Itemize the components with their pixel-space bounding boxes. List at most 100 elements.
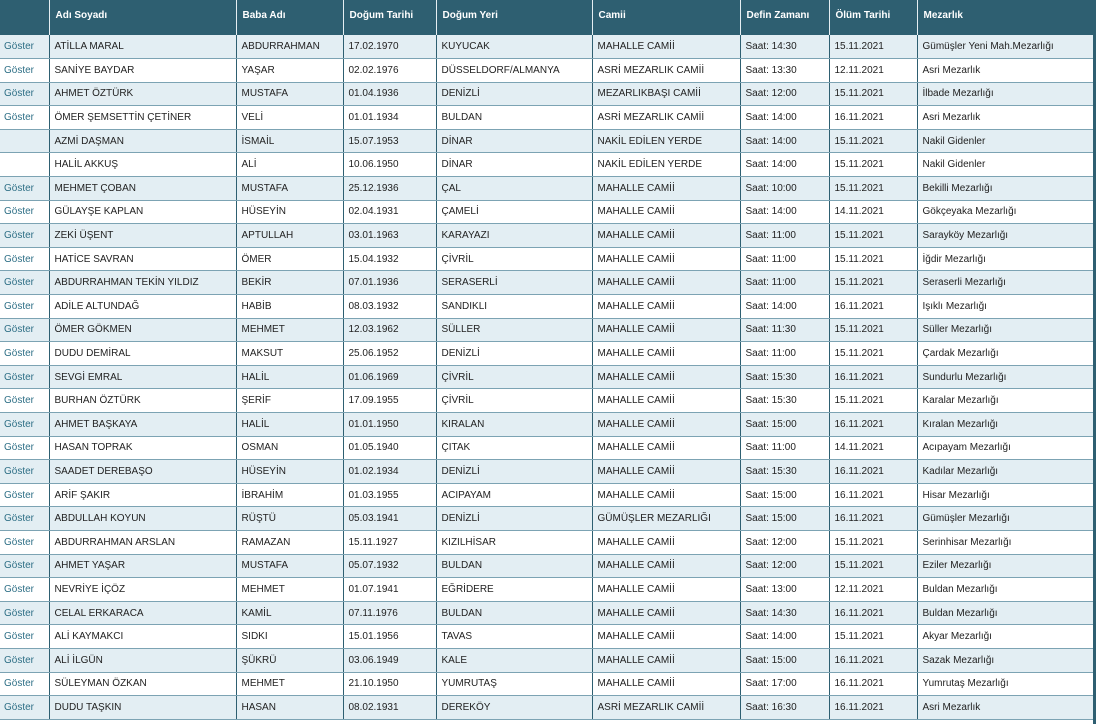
cell-father: HÜSEYİN bbox=[236, 459, 344, 484]
cell-mosque: MAHALLE CAMİİ bbox=[592, 412, 741, 437]
cell-death-date: 15.11.2021 bbox=[829, 152, 918, 178]
show-link[interactable]: Göster bbox=[0, 176, 50, 201]
cell-death-date: 15.11.2021 bbox=[829, 388, 918, 413]
cell-name: CELAL ERKARACA bbox=[49, 601, 237, 626]
cell-birth-date: 15.07.1953 bbox=[343, 129, 437, 154]
cell-birth-place: DENİZLİ bbox=[436, 82, 593, 107]
table-row: HALİL AKKUŞ ALİ 10.06.1950 DİNAR NAKİL EDİLE… bbox=[0, 152, 1094, 178]
cell-death-date: 16.11.2021 bbox=[829, 648, 918, 673]
show-link[interactable]: Göster bbox=[0, 412, 50, 437]
cell-mosque: MAHALLE CAMİİ bbox=[592, 176, 741, 201]
cell-birth-place: ÇİVRİL bbox=[436, 388, 593, 413]
show-link[interactable]: Göster bbox=[0, 624, 50, 649]
cell-name: ATİLLA MARAL bbox=[49, 35, 237, 60]
cell-name: ÖMER ŞEMSETTİN ÇETİNER bbox=[49, 105, 237, 130]
show-link[interactable]: Göster bbox=[0, 318, 50, 343]
cell-cemetery: Eziler Mezarlığı bbox=[917, 554, 1094, 579]
cell-death-date: 16.11.2021 bbox=[829, 459, 918, 484]
cell-birth-place: SERASERLİ bbox=[436, 270, 593, 296]
cell-mosque: MAHALLE CAMİİ bbox=[592, 459, 741, 484]
cell-father: MUSTAFA bbox=[236, 82, 344, 107]
cell-father: ŞERİF bbox=[236, 388, 344, 413]
cell-death-date: 15.11.2021 bbox=[829, 223, 918, 248]
cell-mosque: MAHALLE CAMİİ bbox=[592, 483, 741, 508]
cell-burial-time: Saat: 14:00 bbox=[740, 200, 830, 225]
show-link[interactable]: Göster bbox=[0, 247, 50, 272]
show-link[interactable]: Göster bbox=[0, 365, 50, 390]
show-link[interactable]: Göster bbox=[0, 672, 50, 697]
cell-birth-date: 05.07.1932 bbox=[343, 554, 437, 579]
show-link[interactable]: Göster bbox=[0, 648, 50, 673]
table-row: Göster MEHMET ÇOBAN MUSTAFA 25.12.1936 ÇAL MA… bbox=[0, 176, 1094, 201]
table-row: Göster ARİF ŞAKIR İBRAHİM 01.03.1955 ACIPAYA… bbox=[0, 483, 1094, 508]
table-row: Göster ÖMER ŞEMSETTİN ÇETİNER VELİ 01.01.19… bbox=[0, 105, 1094, 130]
cell-mosque: NAKİL EDİLEN YERDE bbox=[592, 152, 741, 178]
show-link[interactable]: Göster bbox=[0, 35, 50, 60]
cell-burial-time: Saat: 11:00 bbox=[740, 436, 830, 461]
cell-name: ÖMER GÖKMEN bbox=[49, 318, 237, 343]
show-link[interactable]: Göster bbox=[0, 577, 50, 602]
cell-mosque: MAHALLE CAMİİ bbox=[592, 35, 741, 60]
show-link[interactable]: Göster bbox=[0, 601, 50, 626]
header-burial-time: Defin Zamanı bbox=[740, 0, 830, 35]
cell-name: GÜLAYŞE KAPLAN bbox=[49, 200, 237, 225]
cell-birth-date: 01.01.1950 bbox=[343, 412, 437, 437]
show-link[interactable]: Göster bbox=[0, 388, 50, 413]
show-link[interactable]: Göster bbox=[0, 200, 50, 225]
cell-cemetery: Buldan Mezarlığı bbox=[917, 577, 1094, 602]
show-link[interactable]: Göster bbox=[0, 58, 50, 83]
cell-cemetery: Sarayköy Mezarlığı bbox=[917, 223, 1094, 248]
show-link[interactable]: Göster bbox=[0, 436, 50, 461]
cell-birth-place: ÇAL bbox=[436, 176, 593, 201]
cell-cemetery: Serinhisar Mezarlığı bbox=[917, 530, 1094, 555]
cell-birth-place: DEREKÖY bbox=[436, 695, 593, 720]
show-link[interactable]: Göster bbox=[0, 341, 50, 366]
cell-mosque: MAHALLE CAMİİ bbox=[592, 554, 741, 579]
show-link[interactable]: Göster bbox=[0, 483, 50, 508]
table-row: Göster ÖMER GÖKMEN MEHMET 12.03.1962 SÜLLER M… bbox=[0, 318, 1094, 343]
cell-birth-date: 17.02.1970 bbox=[343, 35, 437, 60]
cell-birth-date: 08.03.1932 bbox=[343, 294, 437, 319]
cell-burial-time: Saat: 11:00 bbox=[740, 223, 830, 248]
cell-father: ŞÜKRÜ bbox=[236, 648, 344, 673]
cell-death-date: 16.11.2021 bbox=[829, 294, 918, 319]
table-row: Göster NEVRİYE İÇÖZ MEHMET 01.07.1941 EĞRİDE… bbox=[0, 577, 1094, 602]
show-link[interactable]: Göster bbox=[0, 105, 50, 130]
show-link[interactable]: Göster bbox=[0, 695, 50, 720]
cell-burial-time: Saat: 15:00 bbox=[740, 506, 830, 531]
cell-birth-place: KUYUCAK bbox=[436, 35, 593, 60]
cell-cemetery: Buldan Mezarlığı bbox=[917, 601, 1094, 626]
cell-birth-date: 01.05.1940 bbox=[343, 436, 437, 461]
show-link[interactable]: Göster bbox=[0, 223, 50, 248]
cell-birth-place: KIZILHİSAR bbox=[436, 530, 593, 555]
cell-burial-time: Saat: 14:00 bbox=[740, 624, 830, 649]
cell-birth-place: DENİZLİ bbox=[436, 341, 593, 366]
header-birth-date: Doğum Tarihi bbox=[343, 0, 437, 35]
cell-father: KAMİL bbox=[236, 601, 344, 626]
cell-mosque: MAHALLE CAMİİ bbox=[592, 341, 741, 366]
cell-birth-date: 12.03.1962 bbox=[343, 318, 437, 343]
cell-name: SÜLEYMAN ÖZKAN bbox=[49, 672, 237, 697]
cell-mosque: MAHALLE CAMİİ bbox=[592, 577, 741, 602]
cell-cemetery: Sazak Mezarlığı bbox=[917, 648, 1094, 673]
show-link[interactable]: Göster bbox=[0, 270, 50, 296]
cell-death-date: 15.11.2021 bbox=[829, 35, 918, 60]
cell-father: BEKİR bbox=[236, 270, 344, 296]
show-link[interactable]: Göster bbox=[0, 459, 50, 484]
show-link[interactable]: Göster bbox=[0, 530, 50, 555]
header-name: Adı Soyadı bbox=[49, 0, 237, 35]
show-link[interactable]: Göster bbox=[0, 294, 50, 319]
cell-cemetery: Gümüşler Yeni Mah.Mezarlığı bbox=[917, 35, 1094, 60]
show-link[interactable]: Göster bbox=[0, 506, 50, 531]
show-link[interactable]: Göster bbox=[0, 82, 50, 107]
cell-birth-place: DİNAR bbox=[436, 152, 593, 178]
cell-mosque: ASRİ MEZARLIK CAMİİ bbox=[592, 695, 741, 720]
table-row: AZMİ DAŞMAN İSMAİL 15.07.1953 DİNAR NAKİL ED… bbox=[0, 129, 1094, 154]
show-link[interactable]: Göster bbox=[0, 554, 50, 579]
cell-birth-date: 01.04.1936 bbox=[343, 82, 437, 107]
cell-death-date: 14.11.2021 bbox=[829, 436, 918, 461]
cell-death-date: 12.11.2021 bbox=[829, 58, 918, 83]
cell-mosque: MAHALLE CAMİİ bbox=[592, 223, 741, 248]
header-cemetery: Mezarlık bbox=[917, 0, 1094, 35]
cell-birth-date: 17.09.1955 bbox=[343, 388, 437, 413]
